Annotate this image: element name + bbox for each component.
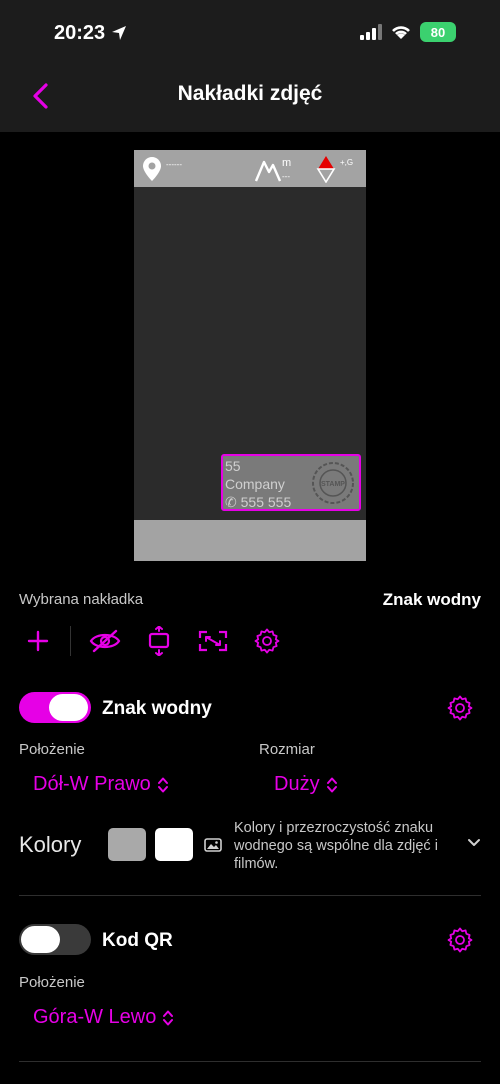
mountain-icon xyxy=(255,160,281,182)
selected-overlay-value: Znak wodny xyxy=(382,590,481,609)
preview-bottom-overlay xyxy=(134,520,366,561)
add-overlay-button[interactable] xyxy=(18,622,58,660)
qr-code-position-select[interactable]: Góra-W Lewo xyxy=(33,1006,174,1029)
toggle-knob xyxy=(21,926,60,953)
image-icon[interactable] xyxy=(204,838,222,852)
page-title: Nakładki zdjęć xyxy=(177,82,323,105)
section-divider xyxy=(19,1061,481,1062)
watermark-toggle-label: Znak wodny xyxy=(102,698,212,719)
stamp-seal-icon: STAMP xyxy=(312,462,354,504)
overlay-toolbar xyxy=(18,622,287,660)
seal-text: STAMP xyxy=(321,481,345,488)
colors-note: Kolory i przezroczystość znaku wodnego s… xyxy=(234,820,438,872)
watermark-settings-button[interactable] xyxy=(447,695,473,721)
watermark-toggle[interactable] xyxy=(19,692,91,723)
align-overlay-button[interactable] xyxy=(139,622,179,660)
colors-label: Kolory xyxy=(19,832,82,857)
color-swatch-secondary[interactable] xyxy=(155,828,193,861)
toggle-knob xyxy=(49,694,88,721)
cellular-signal-icon xyxy=(360,24,382,40)
wifi-icon xyxy=(392,26,410,39)
watermark-size-value: Duży xyxy=(274,773,320,795)
map-pin-icon xyxy=(143,157,161,181)
vertical-align-icon xyxy=(148,626,170,656)
qr-code-position-label: Położenie xyxy=(19,974,85,991)
color-swatch-primary[interactable] xyxy=(108,828,146,861)
hide-overlay-button[interactable] xyxy=(85,622,125,660)
watermark-position-select[interactable]: Dół-W Prawo xyxy=(33,773,169,796)
overlay-settings-button[interactable] xyxy=(247,622,287,660)
watermark-position-label: Położenie xyxy=(19,741,85,758)
watermark-position-value: Dół-W Prawo xyxy=(33,773,151,795)
section-divider xyxy=(19,895,481,896)
photo-preview: ------ m --- +,G 55 Company ✆ 555 555 ST… xyxy=(134,150,366,561)
watermark-size-select[interactable]: Duży xyxy=(274,773,338,796)
qr-code-toggle[interactable] xyxy=(19,924,91,955)
watermark-text-line-3: ✆ 555 555 xyxy=(225,494,292,510)
preview-top-overlay: ------ m --- +,G xyxy=(134,150,366,187)
watermark-size-label: Rozmiar xyxy=(259,741,315,758)
status-bar: 20:23 80 xyxy=(0,0,500,62)
selected-overlay-label: Wybrana nakładka xyxy=(19,591,144,608)
chevron-up-down-icon xyxy=(163,1010,174,1025)
navigation-bar: Nakładki zdjęć xyxy=(0,62,500,132)
chevron-up-down-icon xyxy=(157,777,168,792)
chevron-up-down-icon xyxy=(326,777,337,792)
eye-off-icon xyxy=(89,629,121,653)
gear-icon xyxy=(447,927,473,953)
gear-icon xyxy=(447,695,473,721)
qr-code-position-value: Góra-W Lewo xyxy=(33,1006,157,1028)
resize-icon xyxy=(198,630,228,652)
qr-code-settings-button[interactable] xyxy=(447,927,473,953)
watermark-text-line-1: 55 xyxy=(225,458,241,474)
qr-code-toggle-label: Kod QR xyxy=(102,930,173,951)
preview-compass-label: +,G xyxy=(340,158,354,167)
compass-icon xyxy=(316,156,336,183)
preview-elevation-unit: m xyxy=(282,157,292,169)
preview-location-text: ------ xyxy=(166,160,182,169)
resize-overlay-button[interactable] xyxy=(193,622,233,660)
preview-elevation-value: --- xyxy=(282,172,290,181)
gear-icon xyxy=(254,628,280,654)
toolbar-separator xyxy=(70,626,71,656)
plus-icon xyxy=(27,630,49,652)
battery-indicator: 80 xyxy=(420,22,456,42)
location-arrow-icon xyxy=(111,26,126,40)
status-indicators: 80 xyxy=(360,22,456,42)
status-time: 20:23 xyxy=(54,22,127,45)
watermark-text-line-2: Company xyxy=(225,476,285,492)
chevron-down-icon[interactable] xyxy=(467,838,481,848)
watermark-overlay[interactable]: 55 Company ✆ 555 555 STAMP xyxy=(221,454,361,511)
